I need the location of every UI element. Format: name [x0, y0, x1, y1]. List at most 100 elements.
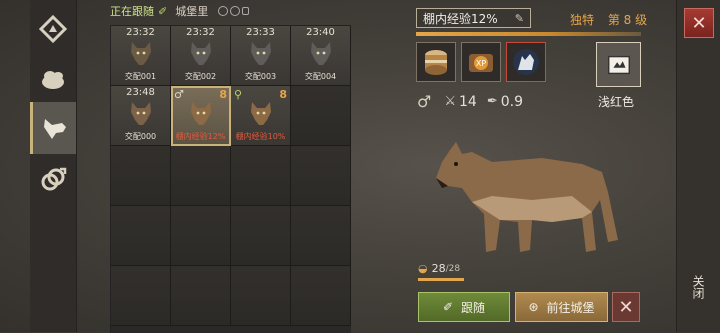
- xp-boost-icon: XP: [469, 54, 493, 72]
- slot-level: 8: [219, 88, 227, 101]
- gender-stat: ♂: [417, 92, 434, 111]
- wolf-head-portrait: [251, 42, 271, 65]
- grid-slot[interactable]: [291, 146, 351, 206]
- release-button[interactable]: ✕: [612, 292, 640, 322]
- grid-slot[interactable]: [231, 206, 291, 266]
- slot-timer: 23:33: [246, 27, 275, 38]
- slot-name: 交配000: [124, 132, 157, 141]
- grid-slot[interactable]: [171, 146, 231, 206]
- grid-slot[interactable]: [291, 206, 351, 266]
- food-value: 28: [431, 262, 446, 275]
- shelter-tab[interactable]: [30, 5, 76, 53]
- follow-button[interactable]: ✐ 跟随: [418, 292, 510, 322]
- search-feather-icon: ⚲: [234, 88, 243, 101]
- rarity-label: 独特: [570, 13, 595, 27]
- feather-icon: ✐: [442, 300, 454, 314]
- filter-following-label: 正在跟随: [110, 5, 154, 18]
- slot-timer: 23:48: [126, 87, 155, 98]
- buff-slot[interactable]: [416, 42, 456, 82]
- feather-icon: ✐: [158, 4, 168, 18]
- male-icon: ♂: [174, 88, 184, 101]
- wolf-head-portrait: [131, 42, 151, 65]
- x-icon: ✕: [618, 296, 634, 318]
- card-icon: [607, 55, 630, 74]
- wolf-head-portrait: [251, 102, 271, 125]
- grid-slot[interactable]: 8 ♂ 棚内经验12%: [171, 86, 231, 146]
- den-icon: [38, 14, 68, 44]
- pedigree-card-button[interactable]: [596, 42, 641, 87]
- food-meter: ◒ 28 /28: [418, 262, 460, 275]
- filter-icons[interactable]: [216, 6, 250, 16]
- food-max: /28: [445, 263, 461, 274]
- grid-slot[interactable]: [231, 146, 291, 206]
- slot-name: 棚内经验12%: [175, 132, 226, 141]
- slot-timer: 23:40: [306, 27, 335, 38]
- rank-info: 独特 第 8 级: [570, 11, 647, 28]
- grid-slot[interactable]: [171, 206, 231, 266]
- wolf-portrait: [436, 142, 618, 252]
- grid-slot[interactable]: [111, 266, 171, 326]
- wolf-head-portrait: [131, 102, 151, 125]
- grid-slot[interactable]: [231, 266, 291, 326]
- buff-slot[interactable]: [506, 42, 546, 82]
- close-label[interactable]: 关闭: [688, 275, 708, 299]
- grid-slot[interactable]: 8 ⚲ 棚内经验10%: [231, 86, 291, 146]
- grid-slot[interactable]: [111, 146, 171, 206]
- slot-level: 8: [279, 88, 287, 101]
- meat-icon: [42, 71, 64, 89]
- grid-slot[interactable]: [171, 266, 231, 326]
- food-tab[interactable]: [30, 55, 76, 103]
- grid-slot[interactable]: 23:32 交配001: [111, 26, 171, 86]
- pets-tab[interactable]: [30, 102, 76, 154]
- grid-slot[interactable]: [111, 206, 171, 266]
- grid-slot[interactable]: [291, 266, 351, 326]
- wolf-head-portrait: [191, 102, 211, 125]
- attack-stat: ⚔ 14: [444, 94, 476, 110]
- game-screen: 正在跟随 ✐ 城堡里 23:32 交配001 23:32 交配002 23:33 交配00…: [0, 0, 720, 333]
- follow-label: 跟随: [461, 300, 486, 315]
- breeding-tab[interactable]: [30, 156, 76, 204]
- go-to-castle-button[interactable]: ⊛ 前往城堡: [515, 292, 608, 322]
- slot-name: 交配001: [124, 72, 157, 81]
- wolf-moon-icon: [513, 49, 539, 75]
- circle-icon: [218, 6, 229, 16]
- level-label: 第 8 级: [607, 13, 648, 27]
- slot-timer: 23:32: [186, 27, 215, 38]
- side-nav: [30, 0, 77, 332]
- male-icon: ♂: [417, 92, 432, 111]
- circle-icon: [242, 7, 250, 15]
- gender-icon: [41, 167, 67, 191]
- slot-name: 棚内经验10%: [235, 132, 286, 141]
- fur-color-label: 浅红色: [598, 95, 635, 109]
- rarity-stripe: [416, 32, 641, 36]
- grid-slot[interactable]: [291, 86, 351, 146]
- svg-text:XP: XP: [476, 59, 486, 68]
- grid-slot[interactable]: 23:33 交配003: [231, 26, 291, 86]
- rename-feather-icon[interactable]: ✎: [515, 12, 524, 25]
- grid-slot[interactable]: 23:48 交配000: [111, 86, 171, 146]
- filter-castle[interactable]: 城堡里: [175, 3, 208, 19]
- attack-value: 14: [459, 93, 477, 110]
- feather-speed-icon: ✒: [486, 94, 498, 109]
- wolf-head-icon: [43, 119, 66, 139]
- food-bar: [418, 278, 464, 281]
- animal-name: 棚内经验12%: [423, 11, 498, 26]
- compass-icon: ⊛: [528, 300, 539, 314]
- buff-slot[interactable]: XP: [461, 42, 501, 82]
- slot-name: 交配004: [304, 72, 337, 81]
- header-strip: 正在跟随 ✐ 城堡里: [110, 2, 257, 20]
- wolf-head-portrait: [191, 42, 211, 65]
- slot-name: 交配003: [244, 72, 277, 81]
- filter-following[interactable]: 正在跟随 ✐: [110, 3, 167, 19]
- stats-row: ♂ ⚔ 14 ✒ 0.9: [417, 92, 533, 111]
- grid-slot[interactable]: 23:40 交配004: [291, 26, 351, 86]
- drum-icon: [425, 50, 447, 75]
- circle-icon: [230, 6, 241, 16]
- animal-name-tag[interactable]: 棚内经验12% ✎: [416, 8, 531, 28]
- wolf-head-portrait: [311, 42, 331, 65]
- filter-castle-label: 城堡里: [175, 5, 209, 18]
- grid-slot[interactable]: 23:32 交配002: [171, 26, 231, 86]
- animal-grid: 23:32 交配001 23:32 交配002 23:33 交配003 23:40 交配004…: [110, 25, 351, 333]
- claw-icon: ⚔: [444, 94, 456, 109]
- close-button[interactable]: ✕: [684, 8, 714, 38]
